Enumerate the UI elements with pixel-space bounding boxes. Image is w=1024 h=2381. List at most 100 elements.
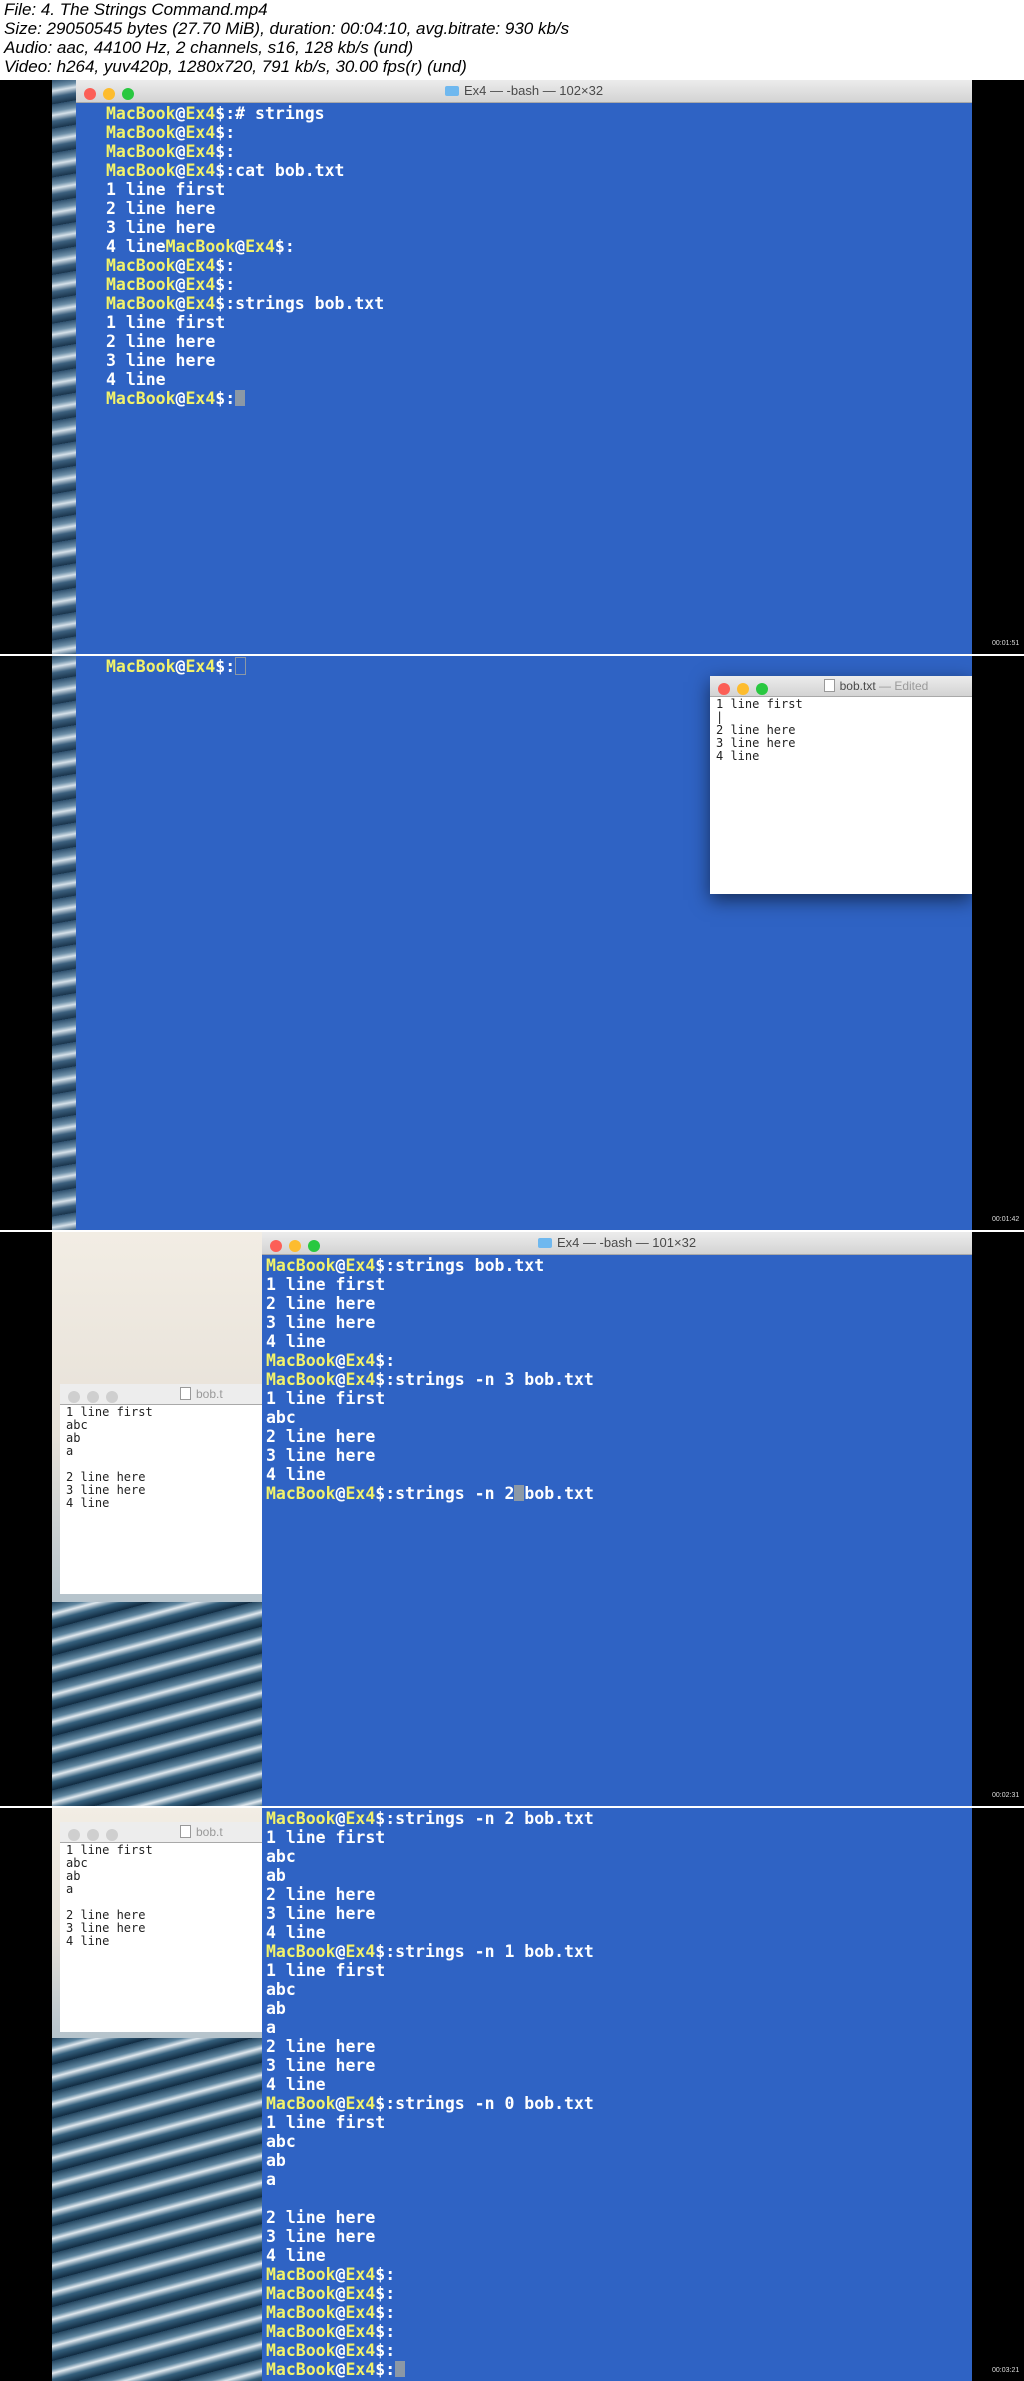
- output-line: abc: [266, 1847, 594, 1866]
- prompt-dir: Ex4: [185, 142, 216, 161]
- minimize-button[interactable]: [87, 1391, 99, 1403]
- output-line: abc: [266, 1408, 594, 1427]
- terminal-window[interactable]: Ex4 — -bash — 102×32 MacBook@Ex4$:# stri…: [76, 80, 972, 654]
- output-text: 4 line: [266, 2246, 326, 2265]
- prompt-dir: Ex4: [345, 1256, 376, 1275]
- prompt-dir: Ex4: [345, 2322, 376, 2341]
- close-button[interactable]: [68, 1829, 80, 1841]
- output-text: ab: [266, 2151, 286, 2170]
- file-info: File: 4. The Strings Command.mp4: [4, 0, 268, 19]
- prompt-at: @: [175, 256, 186, 275]
- prompt-line: MacBook@Ex4$:cat bob.txt: [106, 161, 384, 180]
- output-line: 1 line first: [266, 1275, 594, 1294]
- editor-line: ab: [66, 1869, 81, 1883]
- prompt-at: @: [175, 123, 186, 142]
- textedit-window[interactable]: bob.t 1 line first abc ab a 2 line here 3 lin…: [60, 1822, 262, 2032]
- timestamp: 00:02:31: [992, 1792, 1020, 1799]
- prompt-dir: Ex4: [345, 1809, 376, 1828]
- output-text: ab: [266, 1999, 286, 2018]
- prompt-host: MacBook: [106, 294, 176, 313]
- prompt-line: MacBook@Ex4$:strings -n 1 bob.txt: [266, 1942, 594, 1961]
- terminal-window[interactable]: MacBook@Ex4$:strings -n 2 bob.txt 1 line …: [262, 1808, 972, 2381]
- prompt-suffix: $:: [215, 657, 236, 676]
- command-text: cat bob.txt: [235, 161, 345, 180]
- prompt-line: MacBook@Ex4$:strings bob.txt: [106, 294, 384, 313]
- output-text: 2 line here: [106, 199, 216, 218]
- textedit-window[interactable]: bob.txt — Edited 1 line first | 2 line her…: [710, 676, 972, 894]
- prompt-dir: Ex4: [345, 1351, 376, 1370]
- command-text: strings -n 1 bob.txt: [395, 1942, 594, 1961]
- terminal-window[interactable]: Ex4 — -bash — 101×32 MacBook@Ex4$:string…: [262, 1232, 972, 1806]
- command-text: strings -n 3 bob.txt: [395, 1370, 594, 1389]
- frame-2: MacBook@Ex4$: bob.txt — Edited 1 line fi…: [0, 656, 1024, 1230]
- output-line: 4 line: [266, 2075, 594, 2094]
- prompt-line: MacBook@Ex4$:: [266, 2284, 594, 2303]
- editor-line: 1 line first: [716, 697, 803, 711]
- editor-titlebar[interactable]: bob.txt — Edited: [710, 676, 972, 697]
- prompt-suffix: $:: [375, 2341, 396, 2360]
- prompt-dir: Ex4: [345, 1484, 376, 1503]
- output-text: 1 line first: [266, 2113, 386, 2132]
- prompt-host: MacBook: [266, 2284, 336, 2303]
- output-text: 2 line here: [106, 332, 216, 351]
- prompt-line: MacBook@Ex4$:strings -n 3 bob.txt: [266, 1370, 594, 1389]
- prompt-suffix: $:: [215, 161, 236, 180]
- editor-line: 4 line: [66, 1496, 110, 1510]
- frame-4: bob.t 1 line first abc ab a 2 line here 3 lin…: [0, 1808, 1024, 2381]
- output-line: 3 line here: [266, 2227, 594, 2246]
- output-line: 2 line here: [106, 332, 384, 351]
- editor-content[interactable]: 1 line first | 2 line here 3 line here 4 lin…: [716, 698, 803, 763]
- terminal-output[interactable]: MacBook@Ex4$:# strings MacBook@Ex4$: MacBo…: [106, 104, 384, 408]
- prompt-dir: Ex4: [185, 104, 216, 123]
- prompt-suffix: $:: [375, 1370, 396, 1389]
- prompt-dir: Ex4: [185, 123, 216, 142]
- terminal-titlebar[interactable]: Ex4 — -bash — 101×32: [262, 1232, 972, 1255]
- prompt-host: MacBook: [106, 389, 176, 408]
- folder-icon: [537, 1238, 552, 1248]
- command-text: strings -n 2: [395, 1484, 515, 1503]
- prompt-host: MacBook: [266, 2094, 336, 2113]
- desktop-wallpaper: [52, 80, 76, 654]
- editor-content[interactable]: 1 line first abc ab a 2 line here 3 line here…: [66, 1406, 153, 1510]
- prompt-at: @: [335, 2341, 346, 2360]
- prompt-dir: Ex4: [345, 2360, 376, 2379]
- editor-content[interactable]: 1 line first abc ab a 2 line here 3 line here…: [66, 1844, 153, 1948]
- prompt-suffix: $:: [215, 104, 236, 123]
- editor-titlebar[interactable]: bob.t: [60, 1822, 262, 1843]
- prompt-line: MacBook@Ex4$:: [266, 2303, 594, 2322]
- terminal-output[interactable]: MacBook@Ex4$:strings -n 2 bob.txt 1 line …: [266, 1809, 594, 2379]
- output-line: 4 lineMacBook@Ex4$:: [106, 237, 384, 256]
- prompt-at: @: [335, 1256, 346, 1275]
- output-line: 1 line first: [266, 1828, 594, 1847]
- prompt-dir: Ex4: [185, 161, 216, 180]
- editor-title: bob.t: [196, 1387, 223, 1401]
- editor-line: ab: [66, 1431, 81, 1445]
- minimize-button[interactable]: [87, 1829, 99, 1841]
- output-text: 1 line first: [266, 1961, 386, 1980]
- editor-title: bob.txt: [839, 679, 876, 693]
- close-button[interactable]: [718, 683, 730, 695]
- zoom-button[interactable]: [106, 1391, 118, 1403]
- prompt-at: @: [335, 1809, 346, 1828]
- zoom-button[interactable]: [756, 683, 768, 695]
- prompt-host: MacBook: [106, 123, 176, 142]
- prompt-line: MacBook@Ex4$:: [106, 256, 384, 275]
- editor-titlebar[interactable]: bob.t: [60, 1384, 262, 1405]
- close-button[interactable]: [68, 1391, 80, 1403]
- terminal-output[interactable]: MacBook@Ex4$:: [106, 657, 247, 676]
- prompt-suffix: $:: [375, 1351, 396, 1370]
- terminal-title: Ex4 — -bash — 102×32: [463, 83, 604, 98]
- textedit-window[interactable]: bob.t 1 line first abc ab a 2 line here 3 lin…: [60, 1384, 262, 1594]
- terminal-titlebar[interactable]: Ex4 — -bash — 102×32: [76, 80, 972, 103]
- prompt-line: MacBook@Ex4$:: [106, 142, 384, 161]
- output-text: 3 line here: [266, 1904, 376, 1923]
- minimize-button[interactable]: [737, 683, 749, 695]
- output-text: 4 line: [106, 237, 166, 256]
- zoom-button[interactable]: [106, 1829, 118, 1841]
- output-line: 4 line: [266, 2246, 594, 2265]
- output-line: 3 line here: [106, 351, 384, 370]
- output-line: 2 line here: [106, 199, 384, 218]
- prompt-dir: Ex4: [245, 237, 275, 256]
- terminal-output[interactable]: MacBook@Ex4$:strings bob.txt 1 line first…: [266, 1256, 594, 1503]
